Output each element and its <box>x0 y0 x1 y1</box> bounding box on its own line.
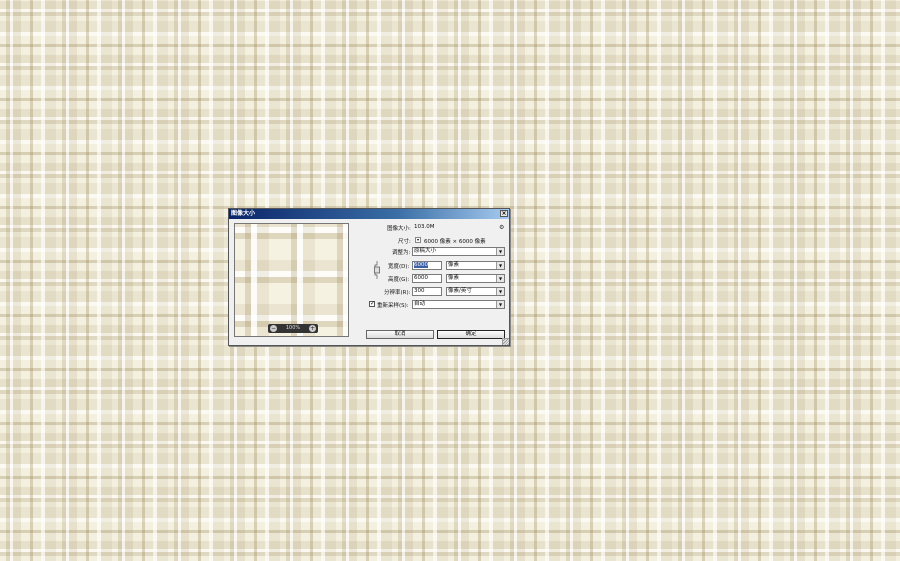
width-unit: 像素 <box>448 262 460 268</box>
resample-value: 自动 <box>414 301 426 307</box>
fit-to-label: 调整为: <box>392 250 411 256</box>
resample-select[interactable]: 自动 ▼ <box>412 300 505 309</box>
chevron-down-icon: ▼ <box>496 262 504 269</box>
resample-checkbox[interactable]: ✓ <box>369 301 375 307</box>
dimensions-label: 尺寸: <box>398 239 411 245</box>
height-label: 高度(G): <box>388 277 410 283</box>
width-unit-select[interactable]: 像素 ▼ <box>446 261 505 270</box>
dimensions-value: 6000 像素 × 6000 像素 <box>424 239 486 245</box>
constrain-link-icon[interactable] <box>374 261 381 279</box>
height-unit: 像素 <box>448 275 460 281</box>
close-icon[interactable]: × <box>500 210 508 217</box>
zoom-out-icon[interactable]: − <box>270 325 277 332</box>
width-label: 宽度(D): <box>388 264 410 270</box>
ok-button[interactable]: 确定 <box>437 330 505 339</box>
resolution-label: 分辨率(R): <box>384 290 411 296</box>
width-value: 6000 <box>414 262 428 268</box>
height-unit-select[interactable]: 像素 ▼ <box>446 274 505 283</box>
chevron-down-icon: ▼ <box>496 248 504 255</box>
resolution-input[interactable]: 300 <box>412 287 442 296</box>
chevron-down-icon: ▼ <box>496 301 504 308</box>
zoom-level: 100% <box>285 325 301 331</box>
image-size-dialog: 图像大小 × − 100% + 图像大小: 103.0M ⚙ 尺寸: ▾ 600… <box>228 208 510 346</box>
zoom-in-icon[interactable]: + <box>309 325 316 332</box>
fit-to-select[interactable]: 原稿大小 ▼ <box>412 247 505 256</box>
dialog-titlebar[interactable]: 图像大小 × <box>229 209 509 219</box>
resize-grip-icon[interactable] <box>502 338 509 345</box>
chevron-down-icon: ▼ <box>496 288 504 295</box>
cancel-button[interactable]: 取消 <box>366 330 434 339</box>
fit-to-value: 原稿大小 <box>414 248 437 254</box>
resolution-unit: 像素/英寸 <box>448 288 472 294</box>
image-preview[interactable]: − 100% + <box>234 223 349 337</box>
height-value: 6000 <box>414 275 428 281</box>
chevron-down-icon: ▼ <box>496 275 504 282</box>
resolution-value: 300 <box>414 288 425 294</box>
dialog-title: 图像大小 <box>231 210 256 217</box>
dimensions-toggle-icon[interactable]: ▾ <box>415 237 421 243</box>
width-input[interactable]: 6000 <box>412 261 442 270</box>
image-size-value: 103.0M <box>414 224 435 230</box>
resample-label: 重新采样(S): <box>377 303 409 309</box>
gear-icon[interactable]: ⚙ <box>499 224 504 231</box>
resolution-unit-select[interactable]: 像素/英寸 ▼ <box>446 287 505 296</box>
zoom-control: − 100% + <box>268 324 318 333</box>
image-size-label: 图像大小: <box>387 226 411 232</box>
height-input[interactable]: 6000 <box>412 274 442 283</box>
